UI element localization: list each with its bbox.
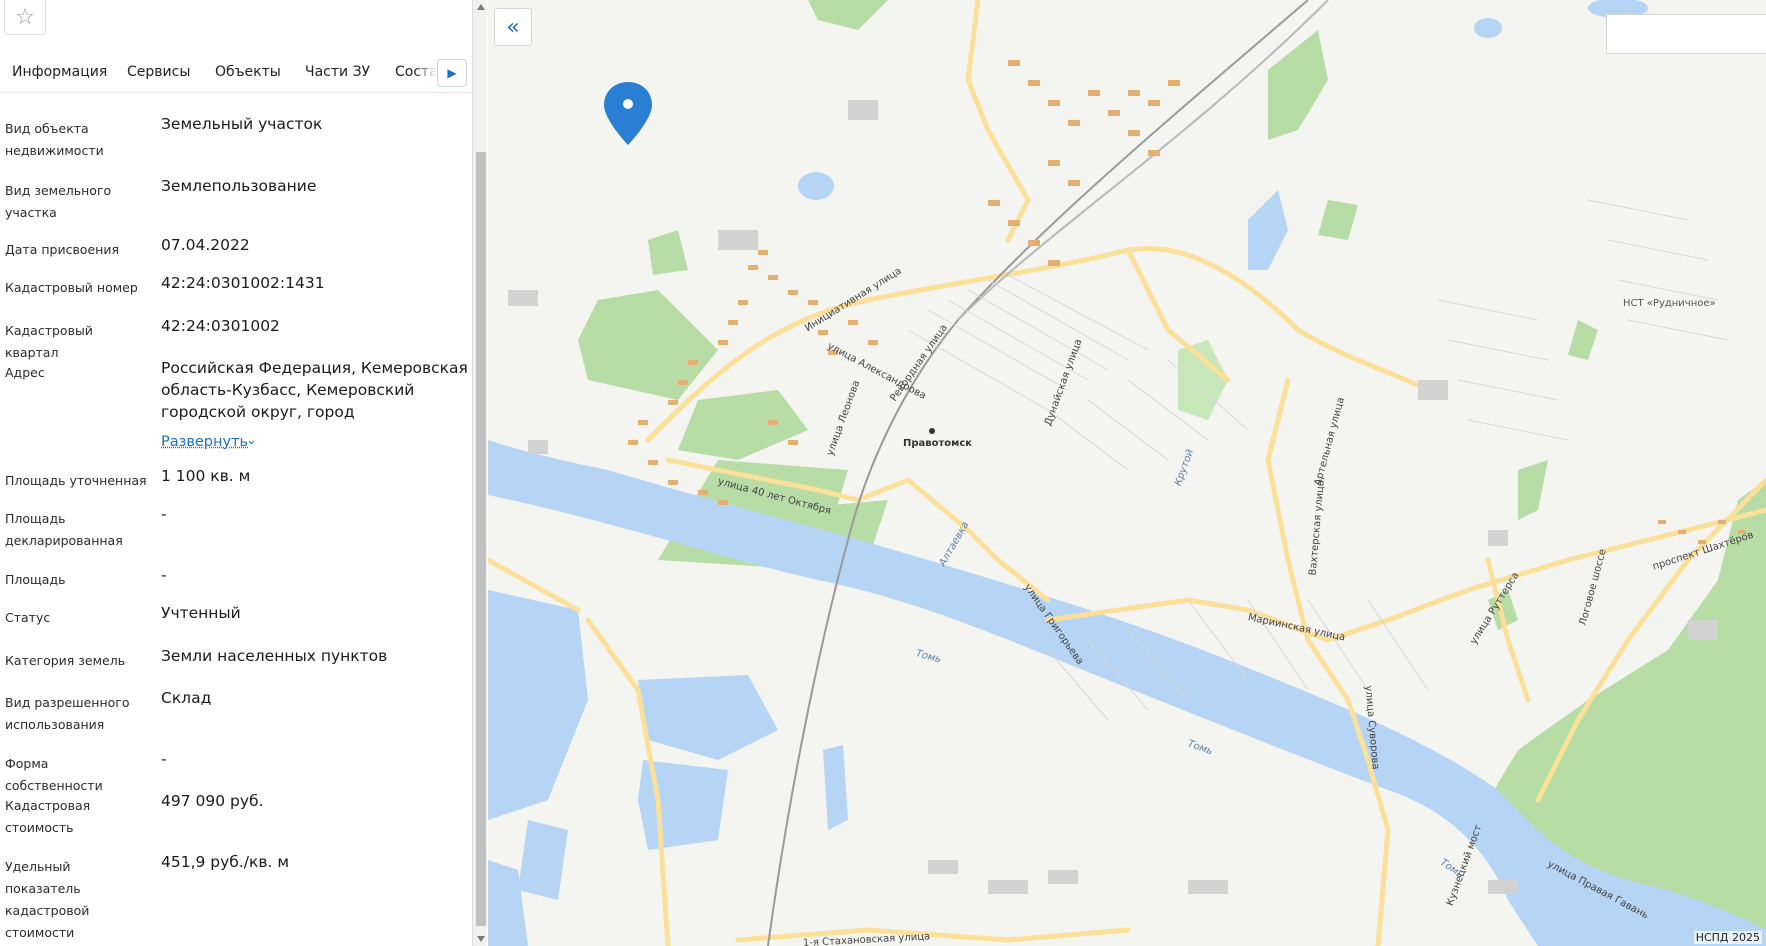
chevron-down-icon[interactable]: ⌄ [246,433,257,448]
tab-objects[interactable]: Объекты [215,62,281,92]
field-label: Площадь декларированная [5,511,123,548]
info-panel: ☆ Информация Сервисы Объекты Части ЗУ Со… [0,0,473,946]
map-canvas[interactable] [488,0,1766,946]
field-label: Площадь уточненная [5,473,147,488]
caret-right-icon: ▶ [447,66,457,80]
field-label: Вид земельного участка [5,183,112,220]
scroll-thumb[interactable] [476,152,486,926]
field-value: Земельный участок [161,115,323,133]
map-label-station: Правотомск [903,438,973,449]
field-label: Вид объекта недвижимости [5,121,104,158]
tab-bar: Информация Сервисы Объекты Части ЗУ Сост… [0,56,472,93]
field-label: Форма собственности [5,756,103,793]
star-icon: ☆ [15,4,35,30]
field-value: Учтенный [161,604,241,622]
station-marker [929,428,935,434]
field-label: Кадастровый квартал [5,323,93,360]
map-view[interactable]: Инициативная улица улица Александрова Ре… [488,0,1766,946]
field-value: - [161,505,167,523]
field-value: - [161,750,167,768]
field-value: Склад [161,689,212,707]
collapse-panel-button[interactable]: « [494,8,532,46]
field-value[interactable]: 42:24:0301002 [161,315,466,337]
field-value: 1 100 кв. м [161,467,251,485]
field-value: - [161,566,167,584]
field-label: Удельный показатель кадастровой стоимост… [5,859,90,940]
field-label: Дата присвоения [5,242,119,257]
favorite-star-button[interactable]: ☆ [4,0,46,35]
field-label: Статус [5,610,51,625]
field-value: Землепользование [161,177,317,195]
map-search-box[interactable] [1606,14,1766,54]
scroll-down-arrow[interactable] [477,936,485,942]
tabs-scroll-right-button[interactable]: ▶ [437,59,467,87]
scroll-up-arrow[interactable] [477,4,485,10]
field-value: 451,9 руб./кв. м [161,853,290,871]
tab-information[interactable]: Информация [12,62,107,92]
field-value: Земли населенных пунктов [161,647,388,665]
double-chevron-left-icon: « [506,14,520,40]
field-label: Вид разрешенного использования [5,695,130,732]
expand-address-link[interactable]: Развернуть [161,434,248,450]
map-label-area: НСТ «Рудничное» [1623,298,1716,309]
field-label: Кадастровая стоимость [5,798,91,835]
tab-land-parts[interactable]: Части ЗУ [305,62,370,92]
panel-scrollbar[interactable] [473,0,487,946]
tab-services[interactable]: Сервисы [127,62,190,92]
field-label: Категория земель [5,653,126,668]
field-value: 07.04.2022 [161,236,250,254]
field-value: Российская Федерация, Кемеровская област… [161,359,468,421]
field-label: Площадь [5,572,66,587]
field-value[interactable]: 42:24:0301002:1431 [161,272,466,294]
tab-fade [415,56,437,91]
map-attribution: НСПД 2025 [1693,931,1762,944]
field-value: 497 090 руб. [161,792,264,810]
field-label: Адрес [5,365,45,380]
field-label: Кадастровый номер [5,280,138,295]
